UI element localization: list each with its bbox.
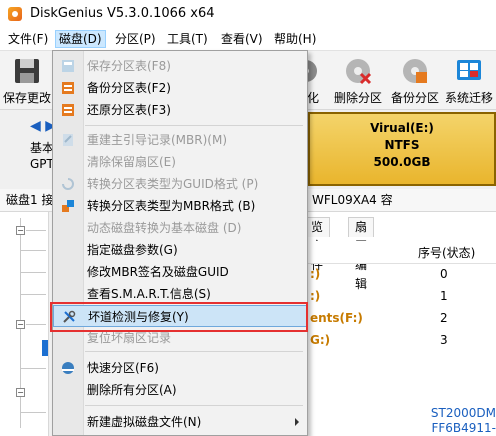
table-row[interactable]: :) 1	[304, 285, 496, 307]
menu-separator	[85, 351, 303, 352]
disk-tree-panel: − − −	[0, 212, 49, 436]
backup-table-icon	[62, 82, 74, 94]
menu-item-specify-disk-params[interactable]: 指定磁盘参数(G)	[53, 239, 307, 261]
menu-item-save-partition-table[interactable]: 保存分区表(F8)	[53, 55, 307, 77]
menu-file[interactable]: 文件(F)	[5, 31, 51, 47]
tree-expand-icon[interactable]: −	[16, 226, 25, 235]
window-title: DiskGenius V5.3.0.1066 x64	[30, 6, 215, 21]
convert-guid-icon	[62, 178, 74, 190]
partition-table: :) 0 :) 1 ents(F:) 2 G:) 3	[304, 263, 496, 353]
col-index-status: 序号(状态)	[418, 246, 476, 260]
app-logo-icon	[8, 7, 22, 21]
backup-partition-button[interactable]: 备份分区	[388, 51, 442, 109]
table-row[interactable]: ents(F:) 2	[304, 307, 496, 329]
table-row[interactable]: G:) 3	[304, 329, 496, 351]
tree-expand-icon[interactable]: −	[16, 320, 25, 329]
menu-item-delete-all-partitions[interactable]: 删除所有分区(A)	[53, 379, 307, 401]
tab-sector-edit[interactable]: 扇区编辑	[348, 217, 375, 291]
migrate-icon	[457, 60, 481, 80]
menu-item-convert-to-mbr[interactable]: 转换分区表类型为MBR格式 (B)	[53, 195, 307, 217]
save-changes-button[interactable]: 保存更改	[0, 51, 54, 109]
menu-item-new-virtual-disk[interactable]: 新建虚拟磁盘文件(N)	[53, 411, 307, 433]
partition-fs: NTFS	[384, 138, 420, 152]
menu-item-restore-partition-table[interactable]: 还原分区表(F3)	[53, 99, 307, 121]
partition-block-virual[interactable]: Virual(E:) NTFS 500.0GB	[308, 112, 496, 186]
backup-partition-label: 备份分区	[390, 91, 439, 105]
backup-partition-icon	[403, 59, 427, 83]
delete-partition-icon	[346, 59, 372, 85]
partition-size: 500.0GB	[373, 155, 431, 169]
system-migrate-label: 系统迁移	[444, 91, 493, 105]
disk-dropdown-menu: 保存分区表(F8) 备份分区表(F2) 还原分区表(F3) 重建主引导记录(MB…	[52, 50, 308, 436]
submenu-arrow-icon	[295, 418, 299, 426]
disk-gpt-label: GPT	[30, 157, 54, 171]
menu-tools[interactable]: 工具(T)	[164, 31, 211, 47]
disk-info-left: 磁盘1 接	[6, 193, 54, 207]
delete-partition-label: 删除分区	[333, 91, 382, 105]
menu-view[interactable]: 查看(V)	[218, 31, 266, 47]
save-table-icon	[62, 60, 74, 72]
menu-partition[interactable]: 分区(P)	[112, 31, 159, 47]
tree-selected-marker	[42, 340, 48, 356]
menu-separator	[85, 125, 303, 126]
menu-item-clear-reserved-sectors[interactable]: 清除保留扇区(E)	[53, 151, 307, 173]
menu-item-convert-to-guid[interactable]: 转换分区表类型为GUID格式 (P)	[53, 173, 307, 195]
delete-partition-button[interactable]: 删除分区	[330, 51, 386, 109]
tree-expand-icon[interactable]: −	[16, 388, 25, 397]
restore-table-icon	[62, 104, 74, 116]
system-migrate-button[interactable]: 系统迁移	[442, 51, 496, 109]
menu-bar: 文件(F) 磁盘(D) 分区(P) 工具(T) 查看(V) 帮助(H)	[0, 28, 496, 51]
title-bar: DiskGenius V5.3.0.1066 x64	[0, 0, 496, 28]
menu-item-rebuild-mbr[interactable]: 重建主引导记录(MBR)(M)	[53, 129, 307, 151]
table-row[interactable]: :) 0	[304, 263, 496, 285]
menu-item-dynamic-to-basic[interactable]: 动态磁盘转换为基本磁盘 (D)	[53, 217, 307, 239]
disk-guid-label: FF6B4911-	[431, 421, 496, 435]
menu-item-quick-partition[interactable]: 快速分区(F6)	[53, 357, 307, 379]
disk-type: 基本 GPT	[30, 140, 54, 172]
menu-item-backup-partition-table[interactable]: 备份分区表(F2)	[53, 77, 307, 99]
save-changes-label: 保存更改	[2, 91, 51, 105]
highlight-annotation-box	[50, 302, 308, 332]
disk-basic-label: 基本	[30, 141, 55, 155]
quick-partition-icon	[62, 362, 74, 374]
rebuild-mbr-icon	[63, 134, 73, 146]
menu-separator	[85, 405, 303, 406]
menu-help[interactable]: 帮助(H)	[271, 31, 319, 47]
save-icon	[15, 59, 39, 83]
convert-mbr-icon	[62, 200, 74, 212]
menu-disk[interactable]: 磁盘(D)	[55, 30, 106, 48]
disk-model-label: ST2000DM	[430, 406, 496, 420]
partition-name: Virual(E:)	[370, 121, 434, 135]
menu-item-modify-mbr-signature[interactable]: 修改MBR签名及磁盘GUID	[53, 261, 307, 283]
partition-table-header: 序号(状态)	[304, 241, 496, 264]
